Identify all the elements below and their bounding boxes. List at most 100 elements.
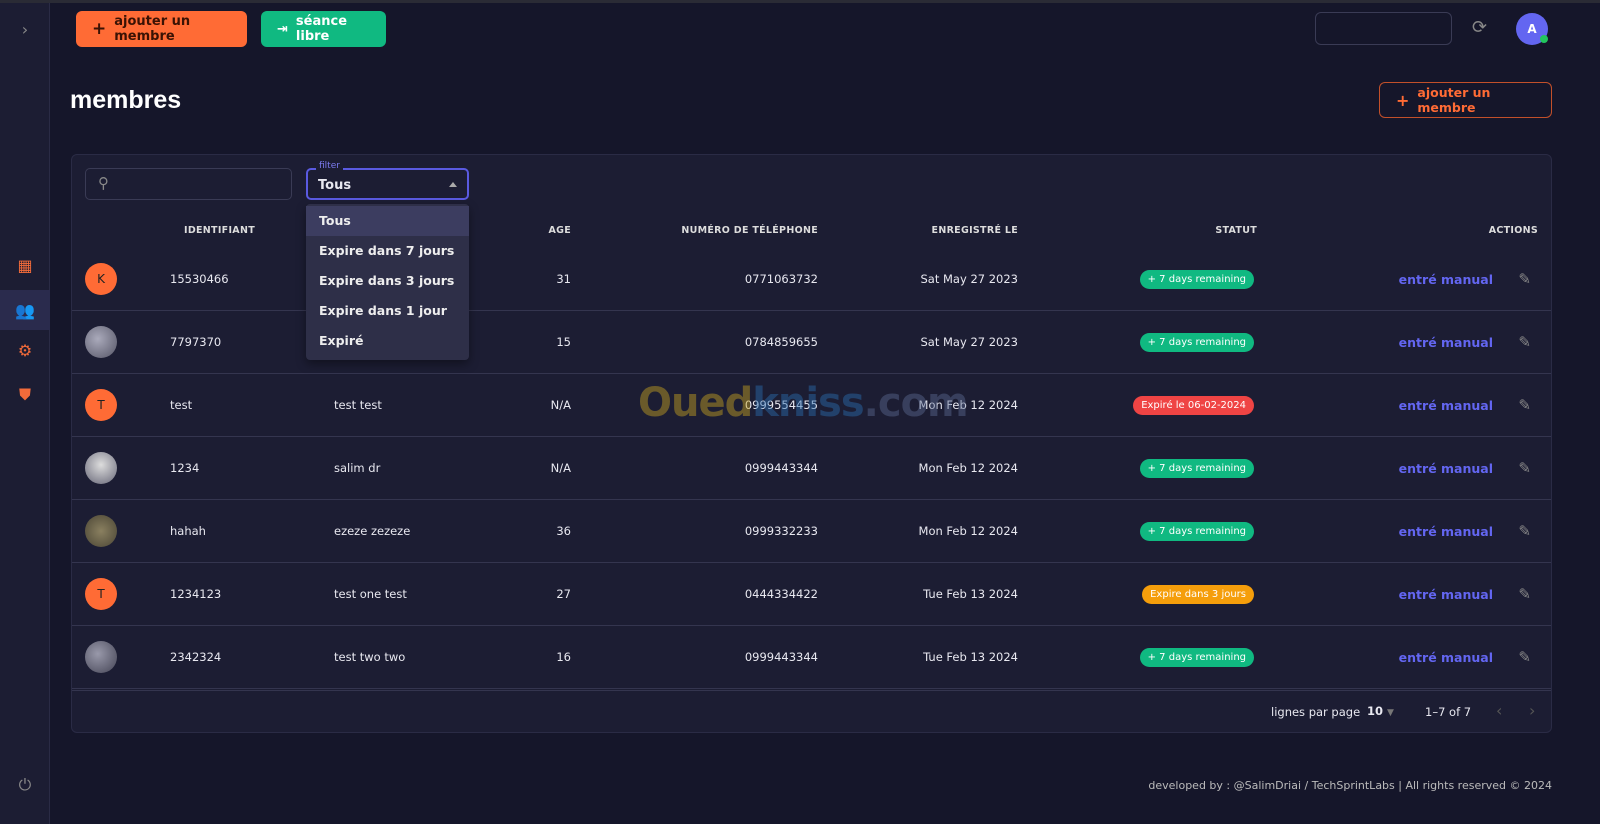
- filter-option[interactable]: Tous: [306, 206, 469, 236]
- cell-age: 27: [556, 587, 571, 601]
- rows-per-page-select[interactable]: 10 ▼: [1367, 704, 1394, 718]
- status-badge: Expire dans 3 jours: [1142, 585, 1254, 604]
- cell-age: 16: [556, 650, 571, 664]
- table-row[interactable]: K 15530466 31 0771063732 Sat May 27 2023 + 7 …: [72, 248, 1551, 311]
- status-badge: + 7 days remaining: [1139, 522, 1254, 541]
- cell-name: test one test: [334, 587, 407, 601]
- edit-icon[interactable]: ✎: [1518, 522, 1531, 540]
- manual-entry-link[interactable]: entré manual: [1399, 626, 1493, 689]
- edit-icon[interactable]: ✎: [1518, 459, 1531, 477]
- column-header[interactable]: IDENTIFIANT: [184, 225, 255, 236]
- table-row[interactable]: hahah ezeze zezeze 36 0999332233 Mon Feb 12 …: [72, 500, 1551, 563]
- table-row[interactable]: T 1234123 test one test 27 0444334422 Tue Feb…: [72, 563, 1551, 626]
- column-header[interactable]: STATUT: [1215, 225, 1257, 236]
- edit-icon[interactable]: ✎: [1518, 585, 1531, 603]
- table-row[interactable]: 2342324 test two two 16 0999443344 Tue Feb 1…: [72, 626, 1551, 689]
- cell-name: test test: [334, 398, 382, 412]
- shield-icon: ⛊: [18, 385, 31, 404]
- cell-identifiant: hahah: [170, 524, 206, 538]
- cell-date: Tue Feb 13 2024: [923, 650, 1018, 664]
- manual-entry-link[interactable]: entré manual: [1399, 248, 1493, 311]
- caret-down-icon: ▼: [1387, 708, 1394, 718]
- table-row[interactable]: 7797370 15 0784859655 Sat May 27 2023 + 7 da…: [72, 311, 1551, 374]
- filter-option[interactable]: Expire dans 1 jour: [306, 296, 469, 326]
- cell-name: test two two: [334, 650, 406, 664]
- sidebar-item-members[interactable]: 👥: [0, 290, 50, 330]
- prev-page-button[interactable]: ‹: [1496, 701, 1502, 720]
- cell-identifiant: 1234: [170, 461, 200, 475]
- manual-entry-link[interactable]: entré manual: [1399, 500, 1493, 563]
- sidebar: › ▦ 👥 ⚙ ⛊ ⏻: [0, 3, 50, 824]
- cell-identifiant: 7797370: [170, 335, 222, 349]
- watermark-logo: Ouedkniss.com: [638, 380, 969, 426]
- cell-identifiant: 1234123: [170, 587, 222, 601]
- sidebar-item-dashboard[interactable]: ▦: [0, 250, 50, 280]
- edit-icon[interactable]: ✎: [1518, 333, 1531, 351]
- window-top-border: [0, 0, 1600, 3]
- cell-name: salim dr: [334, 461, 381, 475]
- table-row[interactable]: 1234 salim dr N/A 0999443344 Mon Feb 12 2024…: [72, 437, 1551, 500]
- pagination-range: 1–7 of 7: [1425, 705, 1472, 719]
- cell-phone: 0784859655: [744, 335, 818, 349]
- dashboard-icon: ▦: [17, 255, 33, 275]
- users-icon: 👥: [15, 300, 35, 320]
- next-page-button[interactable]: ›: [1529, 701, 1535, 720]
- filter-label: filter: [316, 161, 343, 171]
- cell-date: Mon Feb 12 2024: [918, 461, 1018, 475]
- manual-entry-link[interactable]: entré manual: [1399, 563, 1493, 626]
- avatar-photo: [85, 515, 117, 547]
- cell-date: Tue Feb 13 2024: [923, 587, 1018, 601]
- column-header[interactable]: ACTIONS: [1489, 225, 1538, 236]
- search-icon: ⚲: [98, 174, 109, 192]
- search-input[interactable]: ⚲: [85, 168, 292, 200]
- manual-entry-link[interactable]: entré manual: [1399, 311, 1493, 374]
- footer: developed by : @SalimDriai / TechSprintL…: [1148, 779, 1552, 792]
- cell-identifiant: 2342324: [170, 650, 222, 664]
- manual-entry-link[interactable]: entré manual: [1399, 374, 1493, 437]
- column-header[interactable]: AGE: [548, 225, 571, 236]
- avatar-photo: [85, 452, 117, 484]
- divider: [72, 690, 1551, 691]
- manual-entry-link[interactable]: entré manual: [1399, 437, 1493, 500]
- avatar: K: [85, 263, 117, 295]
- edit-icon[interactable]: ✎: [1518, 648, 1531, 666]
- online-indicator: [1540, 35, 1548, 43]
- filter-option[interactable]: Expire dans 3 jours: [306, 266, 469, 296]
- cell-age: N/A: [550, 398, 571, 412]
- status-badge: + 7 days remaining: [1139, 459, 1254, 478]
- avatar-photo: [85, 326, 117, 358]
- column-header[interactable]: ENREGISTRÉ LE: [932, 225, 1018, 236]
- cell-age: 31: [556, 272, 571, 286]
- status-badge: + 7 days remaining: [1139, 333, 1254, 352]
- filter-value: Tous: [318, 178, 352, 193]
- column-header[interactable]: NUMÉRO DE TÉLÉPHONE: [681, 225, 818, 236]
- cell-phone: 0999332233: [744, 524, 818, 538]
- cell-name: ezeze zezeze: [334, 524, 411, 538]
- cell-age: 36: [556, 524, 571, 538]
- avatar-photo: [85, 641, 117, 673]
- avatar: T: [85, 389, 117, 421]
- sidebar-item-security[interactable]: ⛊: [0, 380, 50, 410]
- filter-option[interactable]: Expire dans 7 jours: [306, 236, 469, 266]
- plus-icon: +: [92, 19, 107, 39]
- power-icon[interactable]: ⏻: [0, 770, 50, 800]
- top-search-input[interactable]: [1315, 12, 1452, 45]
- sidebar-item-settings[interactable]: ⚙: [0, 335, 50, 365]
- edit-icon[interactable]: ✎: [1518, 396, 1531, 414]
- filter-option[interactable]: Expiré: [306, 326, 469, 356]
- cell-date: Mon Feb 12 2024: [918, 524, 1018, 538]
- avatar[interactable]: A: [1516, 13, 1548, 45]
- free-session-button[interactable]: ⇥ séance libre: [261, 11, 386, 47]
- refresh-icon[interactable]: ⟳: [1472, 17, 1487, 38]
- rows-per-page-label: lignes par page: [1271, 705, 1361, 719]
- cell-date: Sat May 27 2023: [920, 272, 1019, 286]
- add-member-outline-button[interactable]: + ajouter un membre: [1379, 82, 1552, 118]
- status-badge: Expiré le 06-02-2024: [1133, 396, 1254, 415]
- cell-age: 15: [556, 335, 571, 349]
- edit-icon[interactable]: ✎: [1518, 270, 1531, 288]
- filter-select[interactable]: filter Tous: [306, 161, 469, 200]
- cell-identifiant: test: [170, 398, 193, 412]
- avatar: T: [85, 578, 117, 610]
- add-member-button[interactable]: + ajouter un membre: [76, 11, 247, 47]
- chevron-right-icon[interactable]: ›: [0, 14, 50, 44]
